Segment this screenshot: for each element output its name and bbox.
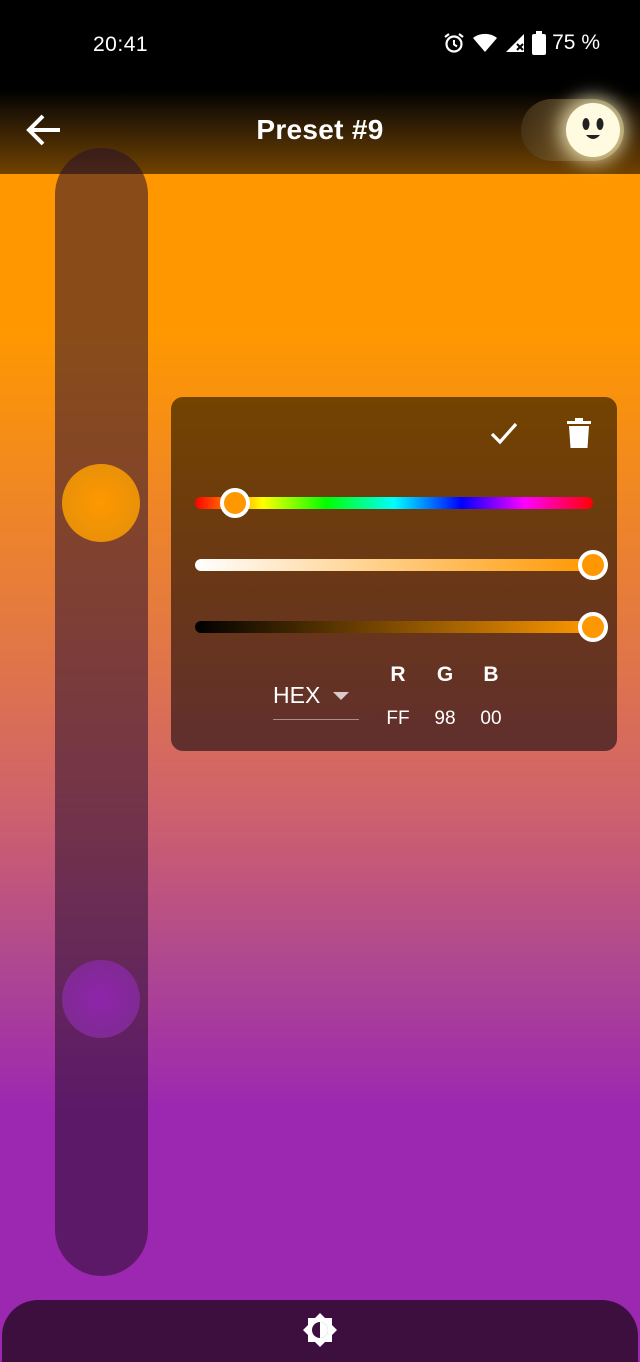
- smiley-face-icon: [566, 103, 620, 162]
- wifi-icon: [472, 32, 498, 54]
- color-mode-dropdown[interactable]: HEX: [273, 680, 359, 720]
- hue-slider-thumb[interactable]: [220, 488, 250, 518]
- saturation-slider-thumb[interactable]: [578, 550, 608, 580]
- gradient-stop-purple[interactable]: [62, 960, 140, 1038]
- gradient-stops-track[interactable]: [55, 148, 148, 1276]
- confirm-button[interactable]: [484, 415, 524, 455]
- color-picker-panel: HEX R G B FF 98 00: [171, 397, 617, 751]
- channel-g-value[interactable]: 98: [425, 708, 465, 730]
- delete-button[interactable]: [559, 415, 599, 455]
- dropdown-arrow-icon: [333, 692, 349, 700]
- channel-r-label: R: [390, 663, 406, 686]
- light-toggle[interactable]: [521, 99, 624, 161]
- brightness-slider-thumb[interactable]: [578, 612, 608, 642]
- bottom-bar: [2, 1300, 638, 1362]
- cellular-no-signal-icon: [504, 32, 526, 54]
- channel-r-value[interactable]: FF: [378, 708, 418, 730]
- alarm-icon: [442, 31, 466, 55]
- channel-g-label: G: [436, 663, 454, 686]
- channel-b-label: B: [483, 663, 499, 686]
- gradient-stop-orange[interactable]: [62, 464, 140, 542]
- brightness-icon: [302, 1312, 338, 1353]
- battery-percentage: 75 %: [552, 31, 600, 54]
- status-time: 20:41: [93, 33, 149, 56]
- trash-icon: [566, 417, 592, 453]
- battery-icon: [532, 31, 547, 55]
- toggle-knob: [566, 103, 620, 157]
- saturation-slider[interactable]: [195, 550, 608, 580]
- check-icon: [488, 417, 520, 454]
- status-icons: 75 %: [442, 31, 600, 55]
- color-mode-value: HEX: [273, 682, 321, 708]
- hue-slider[interactable]: [195, 488, 593, 518]
- brightness-slider[interactable]: [195, 612, 608, 642]
- brightness-button[interactable]: [300, 1312, 340, 1352]
- channel-b-value[interactable]: 00: [471, 708, 511, 730]
- status-bar: 20:41 75 %: [0, 0, 640, 90]
